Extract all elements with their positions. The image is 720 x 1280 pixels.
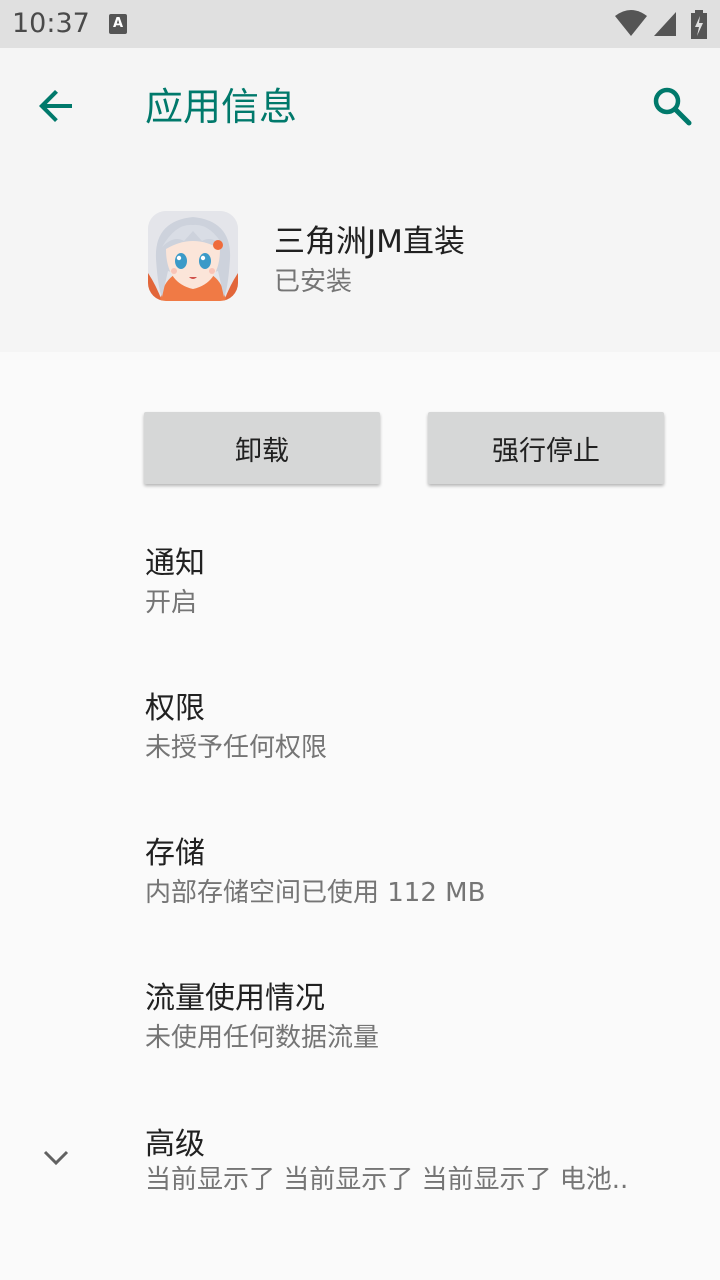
settings-item-subtitle: 内部存储空间已使用 112 MB (145, 878, 486, 908)
app-icon (148, 211, 238, 301)
settings-item-subtitle: 未授予任何权限 (145, 733, 328, 763)
settings-item-title: 高级 (145, 1127, 205, 1162)
notification-icon: A (109, 14, 127, 34)
uninstall-button[interactable]: 卸载 (144, 412, 380, 484)
chevron-down-icon[interactable] (40, 1141, 72, 1173)
settings-item-title: 权限 (145, 691, 205, 726)
settings-item-title: 流量使用情况 (145, 981, 325, 1016)
force-stop-button[interactable]: 强行停止 (428, 412, 664, 484)
settings-item-advanced[interactable]: 高级 当前显示了 当前显示了 当前显示了 电池.. (0, 1103, 720, 1248)
settings-item-subtitle: 未使用任何数据流量 (145, 1023, 380, 1053)
cell-signal-icon (654, 12, 676, 36)
anime-girl-app-icon (148, 211, 238, 301)
settings-item-permissions[interactable]: 权限 未授予任何权限 (0, 663, 720, 808)
app-install-status: 已安装 (274, 267, 353, 297)
settings-item-title: 通知 (145, 546, 205, 581)
settings-item-subtitle: 开启 (145, 588, 198, 618)
status-time: 10:37 (12, 8, 90, 39)
settings-item-notifications[interactable]: 通知 开启 (0, 518, 720, 663)
app-name: 三角洲JM直装 (274, 224, 465, 260)
battery-charging-icon (691, 10, 707, 39)
app-bar: 应用信息 (0, 48, 720, 160)
status-bar: 10:37 A (0, 0, 720, 48)
arrow-back-icon[interactable] (32, 82, 80, 130)
search-icon[interactable] (648, 82, 696, 130)
settings-item-data-usage[interactable]: 流量使用情况 未使用任何数据流量 (0, 953, 720, 1098)
wifi-icon (615, 10, 647, 36)
page-title: 应用信息 (145, 85, 298, 129)
app-header: 三角洲JM直装 已安装 (0, 160, 720, 352)
settings-item-title: 存储 (145, 836, 205, 871)
settings-item-storage[interactable]: 存储 内部存储空间已使用 112 MB (0, 808, 720, 953)
settings-item-subtitle: 当前显示了 当前显示了 当前显示了 电池.. (145, 1165, 629, 1195)
